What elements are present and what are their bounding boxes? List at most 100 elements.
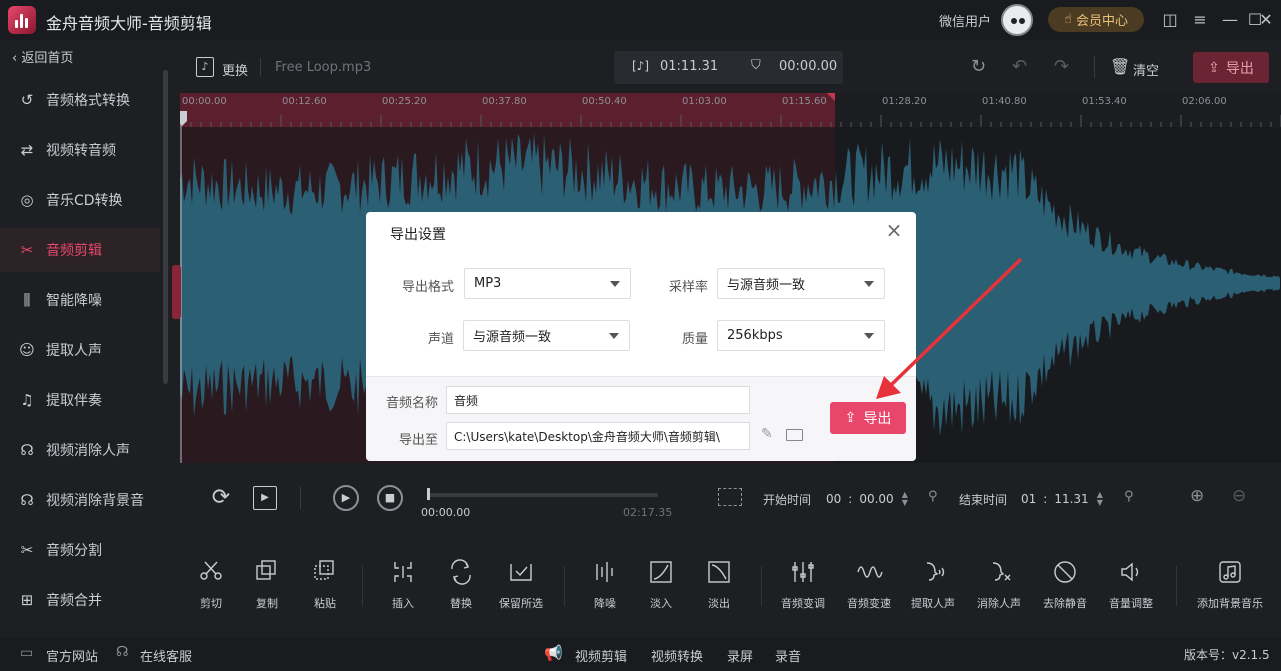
tool-label: 音频变调 bbox=[781, 597, 825, 610]
support-link[interactable]: 在线客服 bbox=[140, 646, 192, 665]
video-edit-link[interactable]: 视频剪辑 bbox=[575, 646, 627, 665]
tool-13[interactable]: 去除静音 bbox=[1033, 558, 1097, 611]
tool-1[interactable]: 复制 bbox=[235, 558, 299, 611]
sidebar-item-2[interactable]: ◎ 音乐CD转换 bbox=[0, 178, 160, 222]
tool-label: 替换 bbox=[450, 597, 472, 610]
chevron-left-icon: ‹ bbox=[12, 51, 18, 66]
play-icon[interactable]: ▶ bbox=[333, 485, 359, 511]
tool-2[interactable]: 粘贴 bbox=[293, 558, 357, 611]
tool-icon bbox=[837, 558, 901, 586]
tool-icon bbox=[1197, 558, 1263, 586]
close-icon[interactable]: × bbox=[884, 220, 904, 240]
video-remove-voice-icon: ☊ bbox=[20, 441, 34, 459]
tool-12[interactable]: 消除人声 bbox=[967, 558, 1031, 611]
pin-icon[interactable]: ⚲ bbox=[1124, 489, 1134, 504]
sidebar-item-4[interactable]: ⫼ 智能降噪 bbox=[0, 278, 160, 322]
clear-button[interactable]: 清空 bbox=[1133, 60, 1159, 79]
headset-icon[interactable]: ☊ bbox=[116, 644, 128, 660]
timeline-tick: 01:53.40 bbox=[1082, 96, 1127, 107]
trash-icon[interactable]: 🗑 bbox=[1110, 57, 1130, 76]
back-home-link[interactable]: ‹ 返回首页 bbox=[12, 47, 73, 66]
start-min[interactable]: 00 bbox=[826, 492, 841, 506]
tool-5[interactable]: 保留所选 bbox=[489, 558, 553, 611]
sidebar-item-9[interactable]: ✂ 音频分割 bbox=[0, 528, 160, 572]
tool-label: 音量调整 bbox=[1109, 597, 1153, 610]
name-input[interactable]: 音频 bbox=[446, 386, 750, 414]
status-bar bbox=[0, 637, 1281, 671]
stop-icon[interactable]: ■ bbox=[377, 485, 403, 511]
end-min[interactable]: 01 bbox=[1021, 492, 1036, 506]
sidebar-scrollbar[interactable] bbox=[163, 70, 168, 384]
play-selection-icon[interactable]: ▶ bbox=[253, 486, 277, 510]
tool-icon bbox=[573, 558, 637, 586]
dialog-export-button[interactable]: ⇪ 导出 bbox=[830, 402, 906, 434]
sidebar-item-6[interactable]: ♫ 提取伴奏 bbox=[0, 378, 160, 422]
folder-icon[interactable] bbox=[786, 429, 803, 441]
extract-accompaniment-icon: ♫ bbox=[20, 391, 34, 409]
path-input[interactable]: C:\Users\kate\Desktop\金舟音频大师\音频剪辑\ bbox=[446, 422, 750, 450]
undo-icon[interactable]: ↶ bbox=[1012, 56, 1027, 77]
format-value: MP3 bbox=[474, 276, 502, 291]
tool-7[interactable]: 淡入 bbox=[629, 558, 693, 611]
website-link[interactable]: 官方网站 bbox=[46, 646, 98, 665]
sidebar-item-5[interactable]: ☺ 提取人声 bbox=[0, 328, 160, 372]
app-title: 金舟音频大师-音频剪辑 bbox=[46, 14, 212, 33]
refresh-icon[interactable]: ↻ bbox=[971, 56, 986, 77]
sidebar-item-8[interactable]: ☊ 视频消除背景音 bbox=[0, 478, 160, 522]
tool-3[interactable]: 插入 bbox=[371, 558, 435, 611]
minimize-icon[interactable]: — bbox=[1220, 10, 1240, 30]
zoom-out-icon[interactable]: ⊖ bbox=[1232, 486, 1246, 506]
tool-14[interactable]: 音量调整 bbox=[1099, 558, 1163, 611]
screen-record-link[interactable]: 录屏 bbox=[727, 646, 753, 665]
export-button-top[interactable]: ⇪ 导出 bbox=[1193, 52, 1269, 83]
sidebar-item-0[interactable]: ↺ 音频格式转换 bbox=[0, 78, 160, 122]
tool-10[interactable]: 音频变速 bbox=[837, 558, 901, 611]
music-file-icon[interactable]: ♪ bbox=[196, 57, 214, 77]
selection-range-icon[interactable] bbox=[718, 488, 742, 506]
monitor-icon[interactable]: ▭ bbox=[20, 645, 33, 661]
sidebar-item-10[interactable]: ⊞ 音频合并 bbox=[0, 578, 160, 622]
user-name[interactable]: 微信用户 bbox=[939, 11, 991, 30]
progress-track[interactable] bbox=[428, 493, 658, 497]
tool-11[interactable]: 提取人声 bbox=[901, 558, 965, 611]
format-select[interactable]: MP3 bbox=[464, 268, 631, 299]
quality-select[interactable]: 256kbps bbox=[717, 320, 885, 351]
replace-button[interactable]: 更换 bbox=[222, 60, 248, 79]
sidebar-item-label: 音频合并 bbox=[46, 593, 102, 609]
selection-left-handle[interactable] bbox=[172, 265, 181, 319]
tool-0[interactable]: 剪切 bbox=[179, 558, 243, 611]
replay-icon[interactable]: ⟳ bbox=[208, 485, 234, 511]
menu-icon[interactable]: ≡ bbox=[1190, 10, 1210, 30]
timeline-tick: 00:37.80 bbox=[482, 96, 527, 107]
timeline-tick: 01:40.80 bbox=[982, 96, 1027, 107]
channel-select[interactable]: 与源音频一致 bbox=[463, 320, 630, 351]
edit-icon[interactable]: ✎ bbox=[761, 426, 773, 442]
marker-icon: ⛉ bbox=[751, 58, 761, 73]
tool-4[interactable]: 替换 bbox=[429, 558, 493, 611]
tool-label: 复制 bbox=[256, 597, 278, 610]
samplerate-select[interactable]: 与源音频一致 bbox=[717, 268, 885, 299]
progress-thumb[interactable] bbox=[427, 488, 430, 500]
sidebar-item-3[interactable]: ✂ 音频剪辑 bbox=[0, 228, 160, 272]
tool-8[interactable]: 淡出 bbox=[687, 558, 751, 611]
video-convert-link[interactable]: 视频转换 bbox=[651, 646, 703, 665]
divider bbox=[1094, 56, 1095, 78]
avatar[interactable] bbox=[1001, 4, 1033, 36]
start-time-input[interactable]: 00 : 00.00 ▲ ▼ bbox=[822, 488, 914, 510]
tool-9[interactable]: 音频变调 bbox=[771, 558, 835, 611]
skin-icon[interactable]: ◫ bbox=[1160, 10, 1180, 30]
timeline-tick: 00:25.20 bbox=[382, 96, 427, 107]
tool-15[interactable]: 添加背景音乐 bbox=[1197, 558, 1263, 611]
audio-record-link[interactable]: 录音 bbox=[775, 646, 801, 665]
end-sec[interactable]: 11.31 bbox=[1054, 492, 1088, 506]
end-time-input[interactable]: 01 : 11.31 ▲ ▼ bbox=[1017, 488, 1112, 510]
sidebar-item-1[interactable]: ⇄ 视频转音频 bbox=[0, 128, 160, 172]
start-sec[interactable]: 00.00 bbox=[859, 492, 893, 506]
sidebar-item-7[interactable]: ☊ 视频消除人声 bbox=[0, 428, 160, 472]
zoom-in-icon[interactable]: ⊕ bbox=[1190, 486, 1204, 506]
close-window-icon[interactable]: ✕ bbox=[1256, 10, 1276, 30]
tool-6[interactable]: 降噪 bbox=[573, 558, 637, 611]
vip-center-button[interactable]: ☝ 会员中心 bbox=[1048, 7, 1144, 32]
pin-icon[interactable]: ⚲ bbox=[928, 489, 938, 504]
redo-icon[interactable]: ↷ bbox=[1054, 56, 1069, 77]
